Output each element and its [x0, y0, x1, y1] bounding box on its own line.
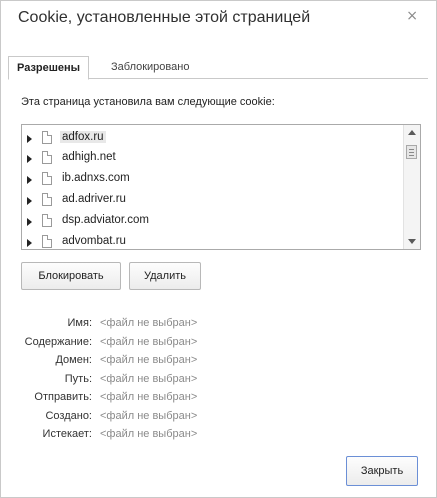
detail-row-created: Создано: <файл не выбран> [1, 408, 437, 426]
cookie-domain-label: advombat.ru [62, 235, 126, 247]
detail-value: <файл не выбран> [100, 354, 198, 366]
detail-key: Содержание: [24, 336, 92, 348]
detail-row-name: Имя: <файл не выбран> [1, 315, 437, 333]
dialog-title: Cookie, установленные этой страницей [18, 9, 311, 26]
tab-bar: Разрешены Заблокировано [8, 56, 428, 80]
detail-value: <файл не выбран> [100, 317, 198, 329]
cookies-description: Эта страница установила вам следующие co… [21, 96, 275, 108]
tab-allowed[interactable]: Разрешены [8, 56, 90, 80]
detail-row-path: Путь: <файл не выбран> [1, 371, 437, 389]
cookies-dialog: Cookie, установленные этой страницей × Р… [0, 0, 437, 498]
list-item[interactable]: advombat.ru [22, 233, 402, 249]
scroll-down-arrow-icon[interactable] [408, 239, 416, 244]
document-icon [42, 131, 52, 144]
document-icon [42, 193, 52, 206]
detail-value: <файл не выбран> [100, 410, 198, 422]
expand-arrow-icon[interactable] [27, 239, 32, 247]
expand-arrow-icon[interactable] [27, 197, 32, 205]
vertical-scrollbar[interactable] [403, 125, 420, 249]
detail-row-content: Содержание: <файл не выбран> [1, 334, 437, 352]
scroll-up-arrow-icon[interactable] [408, 130, 416, 135]
list-item[interactable]: dsp.adviator.com [22, 212, 402, 232]
detail-key: Создано: [45, 410, 92, 422]
list-item[interactable]: ib.adnxs.com [22, 170, 402, 190]
detail-key: Путь: [64, 373, 92, 385]
cookie-domain-label: adfox.ru [60, 131, 106, 143]
cookie-domain-label: ib.adnxs.com [62, 172, 130, 184]
detail-row-expires: Истекает: <файл не выбран> [1, 426, 437, 444]
detail-value: <файл не выбран> [100, 373, 198, 385]
list-item[interactable]: adfox.ru [22, 129, 402, 149]
expand-arrow-icon[interactable] [27, 155, 32, 163]
detail-key: Домен: [55, 354, 92, 366]
detail-value: <файл не выбран> [100, 336, 198, 348]
expand-arrow-icon[interactable] [27, 176, 32, 184]
list-item[interactable]: adhigh.net [22, 149, 402, 169]
list-item[interactable]: ad.adriver.ru [22, 191, 402, 211]
detail-key: Имя: [67, 317, 92, 329]
cookie-domain-label: adhigh.net [62, 151, 116, 163]
block-button[interactable]: Блокировать [21, 262, 121, 290]
detail-value: <файл не выбран> [100, 391, 198, 403]
scrollbar-thumb[interactable] [406, 145, 417, 159]
document-icon [42, 214, 52, 227]
cookie-domain-label: ad.adriver.ru [62, 193, 126, 205]
expand-arrow-icon[interactable] [27, 135, 32, 143]
detail-key: Истекает: [42, 428, 92, 440]
tab-blocked[interactable]: Заблокировано [103, 56, 197, 78]
document-icon [42, 172, 52, 185]
detail-value: <файл не выбран> [100, 428, 198, 440]
cookie-domain-label: dsp.adviator.com [62, 214, 149, 226]
expand-arrow-icon[interactable] [27, 218, 32, 226]
close-button[interactable]: Закрыть [346, 456, 418, 486]
detail-row-send: Отправить: <файл не выбран> [1, 389, 437, 407]
document-icon [42, 235, 52, 248]
delete-button[interactable]: Удалить [129, 262, 201, 290]
detail-row-domain: Домен: <файл не выбран> [1, 352, 437, 370]
close-icon[interactable]: × [406, 9, 418, 23]
document-icon [42, 151, 52, 164]
detail-key: Отправить: [34, 391, 92, 403]
cookie-tree[interactable]: adfox.ru adhigh.net ib.adnxs.com ad.adri… [21, 124, 421, 250]
